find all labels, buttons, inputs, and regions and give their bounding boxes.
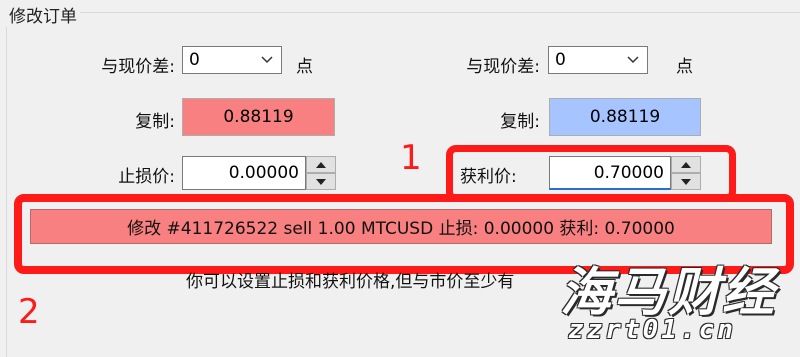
chevron-down-icon	[627, 56, 639, 64]
sl-price-input[interactable]: 0.00000	[182, 156, 306, 190]
caret-down-icon	[316, 178, 326, 185]
sl-diff-unit: 点	[296, 57, 313, 77]
hint-text: 你可以设置止损和获利价格,但与市价至少有	[186, 272, 515, 289]
sl-spin-down-button[interactable]	[306, 173, 336, 190]
annotation-number-2: 2	[18, 292, 40, 332]
tp-spin-up-button[interactable]	[671, 156, 701, 173]
sl-price-value: 0.00000	[228, 163, 299, 183]
tp-copy-label: 复制:	[500, 112, 540, 132]
tp-price-input[interactable]: 0.70000	[549, 156, 671, 190]
sl-diff-combo[interactable]: 0	[182, 46, 282, 74]
tp-diff-unit: 点	[676, 57, 693, 77]
sl-price-spinner[interactable]	[306, 156, 336, 190]
sl-copy-label: 复制:	[135, 112, 175, 132]
chevron-down-icon	[261, 56, 273, 64]
watermark-url: zzrt01.cn	[568, 315, 736, 345]
watermark-logo: 海马财经	[560, 263, 777, 323]
annotation-number-1: 1	[400, 138, 422, 178]
sl-diff-value: 0	[189, 50, 200, 70]
caret-up-icon	[681, 161, 691, 168]
group-title: 修改订单	[6, 2, 80, 27]
tp-price-label: 获利价:	[460, 167, 517, 187]
tp-diff-value: 0	[555, 50, 566, 70]
modify-order-button[interactable]: 修改 #411726522 sell 1.00 MTCUSD 止损: 0.000…	[30, 209, 772, 244]
tp-copy-button[interactable]: 0.88119	[549, 98, 701, 136]
tp-spin-down-button[interactable]	[671, 173, 701, 190]
tp-diff-combo[interactable]: 0	[548, 46, 648, 74]
tp-price-value: 0.70000	[593, 163, 664, 183]
sl-spin-up-button[interactable]	[306, 156, 336, 173]
sl-price-label: 止损价:	[118, 167, 175, 187]
caret-up-icon	[316, 161, 326, 168]
tp-diff-label: 与现价差:	[466, 57, 540, 77]
sl-diff-label: 与现价差:	[101, 57, 175, 77]
tp-price-spinner[interactable]	[671, 156, 701, 190]
caret-down-icon	[681, 178, 691, 185]
sl-copy-button[interactable]: 0.88119	[182, 98, 335, 136]
